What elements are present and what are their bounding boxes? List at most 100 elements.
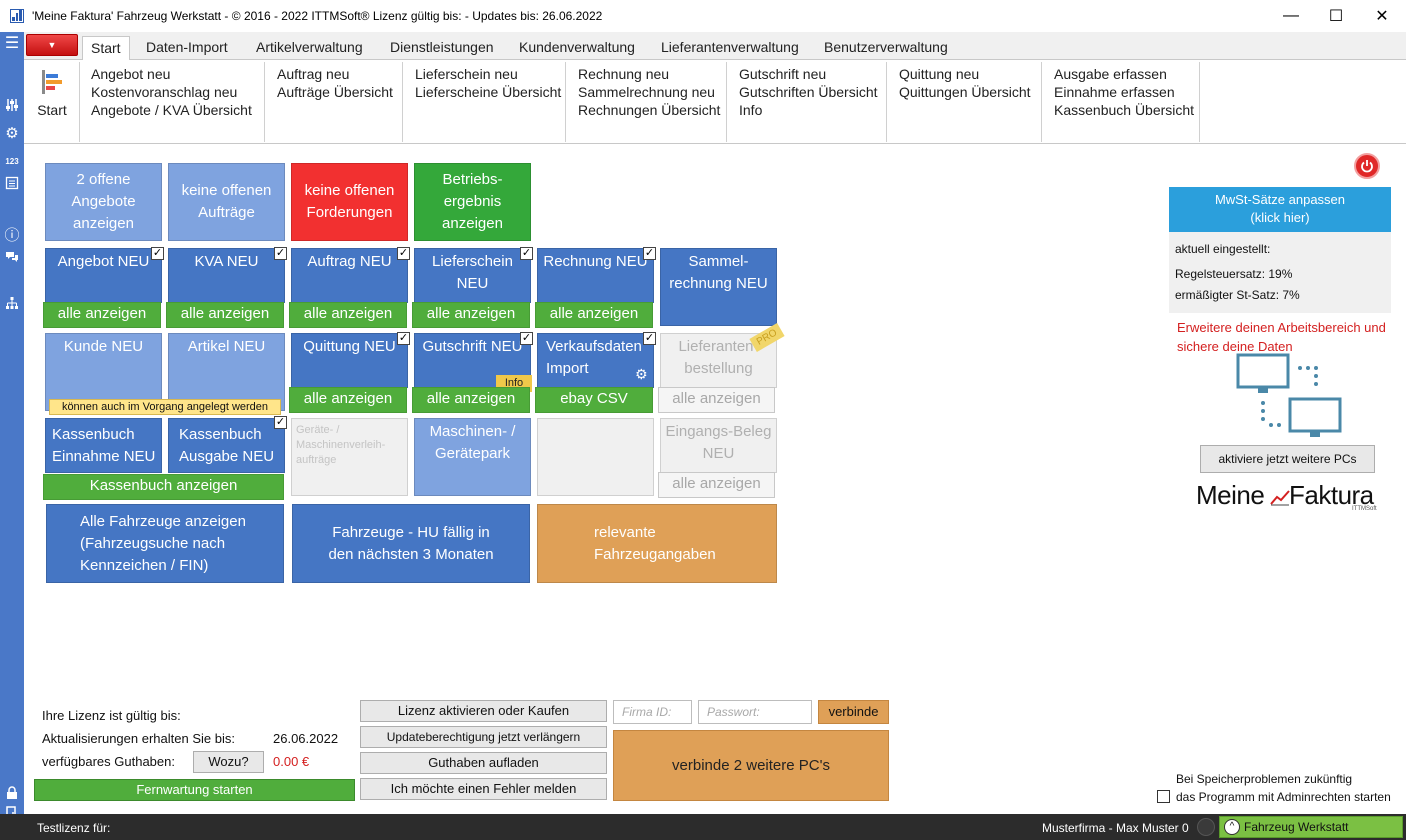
maximize-icon[interactable]: ☐ [1313,0,1359,32]
ribbon-link-info[interactable]: Info [739,101,886,119]
network-icon[interactable] [0,296,24,314]
tab-artikelverwaltung[interactable]: Artikelverwaltung [248,36,371,60]
ebay-csv-button[interactable]: ebay CSV [535,387,653,413]
verkaufsdaten-checkbox[interactable]: ✓ [643,332,656,345]
tab-daten-import[interactable]: Daten-Import [138,36,236,60]
fehler-melden-button[interactable]: Ich möchte einen Fehler melden [360,778,607,800]
sliders-icon[interactable] [0,98,24,116]
kassenbuch-anzeigen-button[interactable]: Kassenbuch anzeigen [43,474,284,500]
rechnung-checkbox[interactable]: ✓ [643,247,656,260]
gears-icon[interactable]: ⚙ [0,126,24,142]
ribbon-link-sammelrechnung-neu[interactable]: Sammelrechnung neu [578,83,726,101]
eingangsbeleg-alle-anzeigen-button[interactable]: alle anzeigen [658,472,775,498]
tile-betriebsergebnis[interactable]: Betriebs-ergebnis anzeigen [414,163,531,241]
tab-lieferantenverwaltung[interactable]: Lieferantenverwaltung [653,36,807,60]
mwst-anpassen-button[interactable]: MwSt-Sätze anpassen (klick hier) [1169,187,1391,232]
lieferschein-checkbox[interactable]: ✓ [520,247,533,260]
tile-maschinenpark[interactable]: Maschinen- / Gerätepark [414,418,531,496]
power-off-icon[interactable] [1354,153,1380,179]
info-icon[interactable]: ⓘ [0,228,24,244]
start-button[interactable]: Start [30,64,80,138]
tab-kundenverwaltung[interactable]: Kundenverwaltung [511,36,643,60]
auftrag-alle-anzeigen-button[interactable]: alle anzeigen [289,302,407,328]
ribbon-link-gutschriften-uebersicht[interactable]: Gutschriften Übersicht [739,83,886,101]
rechnung-alle-anzeigen-button[interactable]: alle anzeigen [535,302,653,328]
lieferschein-alle-anzeigen-button[interactable]: alle anzeigen [412,302,530,328]
tile-geraeteverleih[interactable]: Geräte- / Maschinenverleih-aufträge [291,418,408,496]
ribbon-link-angebot-neu[interactable]: Angebot neu [91,65,264,83]
aktiviere-pcs-button[interactable]: aktiviere jetzt weitere PCs [1200,445,1375,473]
minimize-icon[interactable]: — [1268,0,1314,32]
angebot-checkbox[interactable]: ✓ [151,247,164,260]
verbinde-button[interactable]: verbinde [818,700,889,724]
regelsteuersatz-label: Regelsteuersatz: 19% [1175,267,1293,281]
settings-gears-icon[interactable]: ⚙ [635,366,648,383]
tile-auftrag-neu[interactable]: Auftrag NEU [291,248,408,303]
tile-kassenbuch-einnahme[interactable]: Kassenbuch Einnahme NEU [45,418,162,473]
module-switch-button[interactable]: ^ Fahrzeug Werkstatt [1219,816,1403,838]
update-verlaengern-button[interactable]: Updateberechtigung jetzt verlängern [360,726,607,748]
numbers-icon[interactable]: 123 [0,154,24,170]
kva-checkbox[interactable]: ✓ [274,247,287,260]
tile-eingangsbeleg[interactable]: Eingangs-Beleg NEU [660,418,777,473]
quittung-checkbox[interactable]: ✓ [397,332,410,345]
admin-checkbox[interactable] [1157,790,1170,803]
lock-icon[interactable] [0,786,24,804]
ribbon-link-ausgabe-erfassen[interactable]: Ausgabe erfassen [1054,65,1199,83]
ribbon-link-quittungen-uebersicht[interactable]: Quittungen Übersicht [899,83,1041,101]
kva-alle-anzeigen-button[interactable]: alle anzeigen [166,302,284,328]
ribbon-link-auftraege-uebersicht[interactable]: Aufträge Übersicht [277,83,402,101]
firma-id-input[interactable]: Firma ID: [613,700,692,724]
tile-quittung-neu[interactable]: Quittung NEU [291,333,408,388]
angebot-alle-anzeigen-button[interactable]: alle anzeigen [43,302,161,328]
gutschrift-checkbox[interactable]: ✓ [520,332,533,345]
ribbon-link-quittung-neu[interactable]: Quittung neu [899,65,1041,83]
ribbon-link-auftrag-neu[interactable]: Auftrag neu [277,65,402,83]
tile-offene-angebote[interactable]: 2 offene Angebote anzeigen [45,163,162,241]
tile-keine-forderungen[interactable]: keine offenen Forderungen [291,163,408,241]
tile-fahrzeugangaben[interactable]: relevante Fahrzeugangaben [537,504,777,583]
lizenz-kaufen-button[interactable]: Lizenz aktivieren oder Kaufen [360,700,607,722]
hamburger-menu-icon[interactable]: ☰ [0,36,24,52]
ribbon-link-rechnungen-uebersicht[interactable]: Rechnungen Übersicht [578,101,726,119]
gutschrift-alle-anzeigen-button[interactable]: alle anzeigen [412,387,530,413]
wozu-button[interactable]: Wozu? [193,751,264,773]
left-sidebar: ☰ ⚙ 123 ⓘ [0,32,24,820]
kassenbuch-checkbox[interactable]: ✓ [274,416,287,429]
tile-hu-faellig[interactable]: Fahrzeuge - HU fällig in den nächsten 3 … [292,504,530,583]
ribbon-link-kva-neu[interactable]: Kostenvoranschlag neu [91,83,264,101]
tile-lieferschein-neu[interactable]: Lieferschein NEU [414,248,531,303]
ribbon-link-lieferscheine-uebersicht[interactable]: Lieferscheine Übersicht [415,83,565,101]
quittung-alle-anzeigen-button[interactable]: alle anzeigen [289,387,407,413]
user-label: Musterfirma - Max Muster 0 [1042,821,1189,835]
tab-benutzerverwaltung[interactable]: Benutzerverwaltung [816,36,956,60]
ribbon-group-gutschriften: Gutschrift neu Gutschriften Übersicht In… [727,62,887,142]
passwort-input[interactable]: Passwort: [698,700,812,724]
document-list-icon[interactable] [0,176,24,194]
tile-keine-auftraege[interactable]: keine offenen Aufträge [168,163,285,241]
tile-angebot-neu[interactable]: Angebot NEU [45,248,162,303]
tile-sammelrechnung-neu[interactable]: Sammel-rechnung NEU [660,248,777,326]
ribbon-link-gutschrift-neu[interactable]: Gutschrift neu [739,65,886,83]
ribbon-link-rechnung-neu[interactable]: Rechnung neu [578,65,726,83]
tile-alle-fahrzeuge[interactable]: Alle Fahrzeuge anzeigen (Fahrzeugsuche n… [46,504,284,583]
tile-rechnung-neu[interactable]: Rechnung NEU [537,248,654,303]
ribbon-link-kassenbuch-uebersicht[interactable]: Kassenbuch Übersicht [1054,101,1199,119]
tile-kassenbuch-ausgabe[interactable]: Kassenbuch Ausgabe NEU [168,418,285,473]
verbinde-pcs-button[interactable]: verbinde 2 weitere PC's [613,730,889,801]
tab-start[interactable]: Start [82,36,130,61]
tile-kva-neu[interactable]: KVA NEU [168,248,285,303]
tab-dienstleistungen[interactable]: Dienstleistungen [382,36,502,60]
ribbon-link-angebote-uebersicht[interactable]: Angebote / KVA Übersicht [91,101,264,119]
fernwartung-button[interactable]: Fernwartung starten [34,779,355,801]
chat-icon[interactable] [0,250,24,268]
auftrag-checkbox[interactable]: ✓ [397,247,410,260]
guthaben-aufladen-button[interactable]: Guthaben aufladen [360,752,607,774]
ribbon-link-lieferschein-neu[interactable]: Lieferschein neu [415,65,565,83]
close-icon[interactable]: ✕ [1359,0,1405,32]
window-title: 'Meine Faktura' Fahrzeug Werkstatt - © 2… [32,9,603,23]
ribbon-link-einnahme-erfassen[interactable]: Einnahme erfassen [1054,83,1199,101]
lieferanten-alle-anzeigen-button[interactable]: alle anzeigen [658,387,775,413]
ribbon-group-auftraege: Auftrag neu Aufträge Übersicht [265,62,403,142]
app-menu-button[interactable]: ▼ [26,34,78,56]
